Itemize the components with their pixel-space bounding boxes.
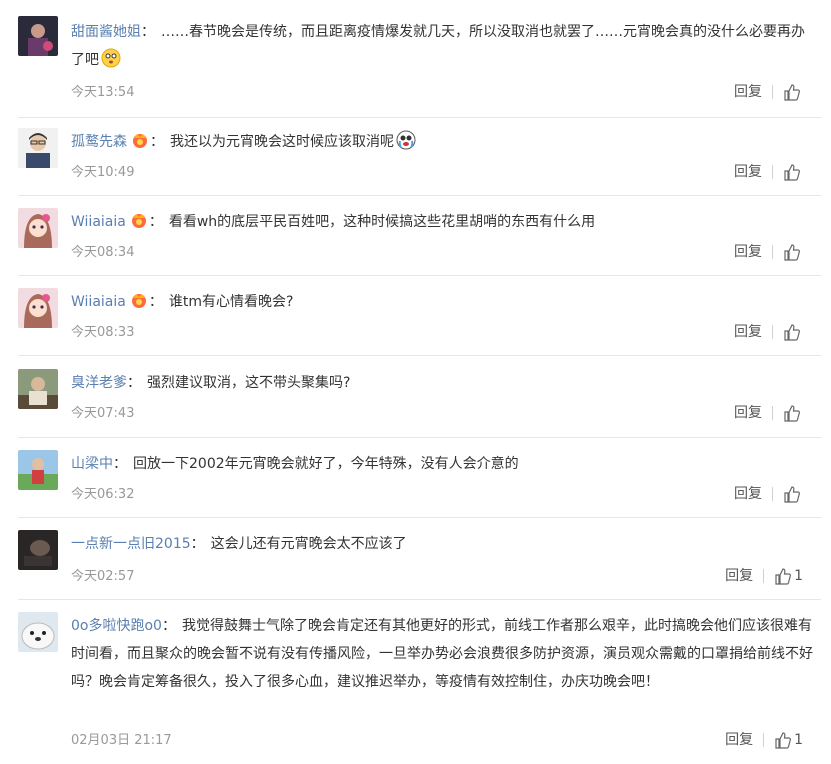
- like-button[interactable]: [783, 404, 803, 422]
- username-link[interactable]: 孤鹜先森: [71, 134, 127, 150]
- thumbs-up-icon: [775, 731, 792, 749]
- like-button[interactable]: [783, 485, 803, 503]
- comment-text: 谁tm有心情看晚会?: [168, 294, 294, 310]
- crown-badge-icon: [129, 212, 149, 228]
- comment-text: ……春节晚会是传统，而且距离疫情爆发就几天，所以没取消也就罢了……元宵晚会真的没…: [71, 24, 805, 68]
- reply-button[interactable]: 回复: [725, 566, 753, 586]
- reply-button[interactable]: 回复: [734, 322, 762, 342]
- colon-separator: ：: [113, 456, 127, 472]
- comment-item: 甜面酱她姐： ……春节晚会是传统，而且距离疫情爆发就几天，所以没取消也就罢了……元…: [0, 0, 831, 118]
- thumbs-up-icon: [775, 567, 792, 585]
- comment-time: 02月03日 21:17: [71, 733, 172, 748]
- thumbs-up-icon: [784, 404, 800, 422]
- username-link[interactable]: Wiiaiaia: [71, 294, 126, 310]
- comment-time: 今天06:32: [71, 487, 135, 502]
- action-divider: [772, 325, 773, 339]
- comment-item: Wiiaiaia ： 谁tm有心情看晚会? 今天08:33 回复: [0, 276, 831, 356]
- comment-time: 今天08:33: [71, 325, 135, 340]
- user-avatar[interactable]: [18, 128, 58, 168]
- comment-time: 今天02:57: [71, 569, 135, 584]
- username-link[interactable]: 甜面酱她姐: [71, 24, 141, 40]
- reply-button[interactable]: 回复: [734, 484, 762, 504]
- username-link[interactable]: 山梁中: [71, 456, 113, 472]
- comment-time: 今天08:34: [71, 245, 135, 260]
- thumbs-up-icon: [784, 243, 800, 261]
- crying-face-emoji: [396, 130, 416, 150]
- reply-button[interactable]: 回复: [734, 162, 762, 182]
- like-button[interactable]: [783, 323, 803, 341]
- comment-item: 0o多啦快跑o0： 我觉得鼓舞士气除了晚会肯定还有其他更好的形式，前线工作者那么艰…: [0, 600, 831, 764]
- comment-item: 一点新一点旧2015： 这会儿还有元宵晚会太不应该了 今天02:57 回复 1: [0, 518, 831, 600]
- like-button[interactable]: 1: [774, 730, 803, 750]
- user-avatar[interactable]: [18, 288, 58, 328]
- user-avatar[interactable]: [18, 208, 58, 248]
- username-link[interactable]: 0o多啦快跑o0: [71, 618, 162, 634]
- comment-item: 臭洋老爹： 强烈建议取消，这不带头聚集吗? 今天07:43 回复: [0, 356, 831, 438]
- colon-separator: ：: [190, 536, 205, 552]
- comment-text: 我觉得鼓舞士气除了晚会肯定还有其他更好的形式，前线工作者那么艰辛，此时搞晚会他们…: [71, 618, 813, 690]
- comment-time: 今天07:43: [71, 406, 135, 421]
- crown-badge-icon: [129, 292, 149, 308]
- thumbs-up-icon: [784, 323, 800, 341]
- user-avatar[interactable]: [18, 450, 58, 490]
- like-button[interactable]: [783, 83, 803, 101]
- comment-text: 回放一下2002年元宵晚会就好了，今年特殊，没有人会介意的: [133, 456, 519, 472]
- comment-time: 今天10:49: [71, 165, 135, 180]
- user-avatar[interactable]: [18, 16, 58, 56]
- reply-button[interactable]: 回复: [725, 730, 753, 750]
- reply-button[interactable]: 回复: [734, 82, 762, 102]
- thumbs-up-icon: [784, 485, 800, 503]
- action-divider: [763, 733, 765, 747]
- comment-list: 甜面酱她姐： ……春节晚会是传统，而且距离疫情爆发就几天，所以没取消也就罢了……元…: [0, 0, 831, 764]
- user-avatar[interactable]: [18, 612, 58, 652]
- like-button[interactable]: [783, 163, 803, 181]
- user-avatar[interactable]: [18, 530, 58, 570]
- action-divider: [772, 406, 773, 420]
- colon-separator: ：: [148, 214, 163, 230]
- like-count: 1: [794, 568, 803, 584]
- comment-text: 看看wh的底层平民百姓吧，这种时候搞这些花里胡哨的东西有什么用: [168, 214, 596, 230]
- comment-item: 山梁中： 回放一下2002年元宵晚会就好了，今年特殊，没有人会介意的 今天06:3…: [0, 438, 831, 518]
- username-link[interactable]: 一点新一点旧2015: [71, 536, 191, 552]
- like-button[interactable]: 1: [774, 566, 803, 586]
- thumbs-up-icon: [784, 83, 800, 101]
- flushed-face-emoji: [101, 48, 121, 68]
- reply-button[interactable]: 回复: [734, 403, 762, 423]
- action-divider: [772, 245, 773, 259]
- comment-item: Wiiaiaia ： 看看wh的底层平民百姓吧，这种时候搞这些花里胡哨的东西有什么用…: [0, 196, 831, 276]
- username-link[interactable]: Wiiaiaia: [71, 214, 126, 230]
- user-avatar[interactable]: [18, 369, 58, 409]
- action-divider: [772, 487, 773, 501]
- comment-item: 孤鹜先森 ： 我还以为元宵晚会这时候应该取消呢 今天10:49 回复: [0, 118, 831, 196]
- comment-text: 强烈建议取消，这不带头聚集吗?: [147, 375, 351, 391]
- action-divider: [763, 569, 765, 583]
- colon-separator: ：: [127, 375, 141, 391]
- comment-text: 我还以为元宵晚会这时候应该取消呢: [170, 134, 394, 150]
- action-divider: [772, 165, 773, 179]
- colon-separator: ：: [148, 294, 163, 310]
- reply-button[interactable]: 回复: [734, 242, 762, 262]
- like-button[interactable]: [783, 243, 803, 261]
- like-count: 1: [794, 732, 803, 748]
- colon-separator: ：: [141, 24, 155, 40]
- crown-badge-icon: [130, 132, 150, 148]
- colon-separator: ：: [150, 134, 164, 150]
- colon-separator: ：: [161, 618, 176, 634]
- comment-text: 这会儿还有元宵晚会太不应该了: [210, 536, 407, 552]
- comment-time: 今天13:54: [71, 85, 135, 100]
- thumbs-up-icon: [784, 163, 800, 181]
- action-divider: [772, 85, 773, 99]
- username-link[interactable]: 臭洋老爹: [71, 375, 127, 391]
